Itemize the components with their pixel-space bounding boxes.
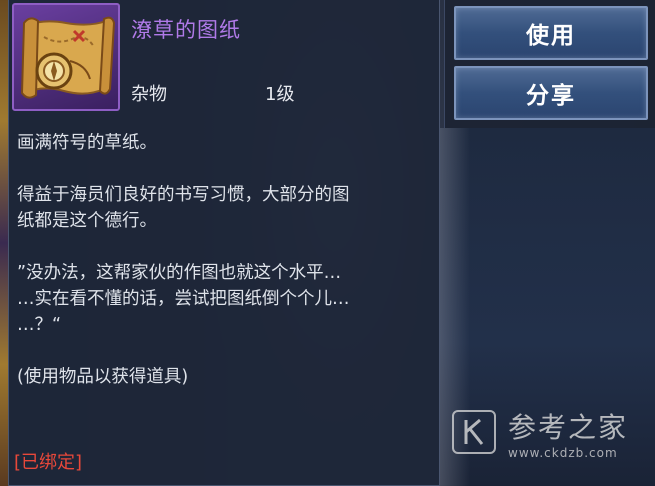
desc-usage-hint: (使用物品以获得道具) — [17, 367, 189, 387]
bound-status: [已绑定] — [14, 452, 83, 473]
watermark-title: 参考之家 — [508, 411, 629, 444]
desc-line: …实在看不懂的话，尝试把图纸倒个个儿… — [17, 289, 350, 309]
desc-line: ”没办法，这帮家伙的作图也就这个水平… — [17, 263, 342, 283]
item-description: 画满符号的草纸。 得益于海员们良好的书写习惯，大部分的图 纸都是这个德行。 ”没… — [17, 130, 437, 416]
treasure-map-scroll-icon — [12, 3, 120, 111]
desc-line: 画满符号的草纸。 — [17, 133, 157, 153]
desc-paragraph: 得益于海员们良好的书写习惯，大部分的图 纸都是这个德行。 — [17, 182, 437, 234]
item-name: 潦草的图纸 — [131, 18, 241, 42]
share-button[interactable]: 分享 — [454, 66, 648, 120]
desc-line: 得益于海员们良好的书写习惯，大部分的图 — [17, 185, 350, 205]
item-tooltip-panel: 潦草的图纸 杂物 1级 画满符号的草纸。 得益于海员们良好的书写习惯，大部分的图… — [8, 0, 440, 486]
item-level: 1级 — [265, 84, 295, 105]
item-type: 杂物 — [131, 84, 167, 105]
watermark-url: www.ckdzb.com — [508, 446, 618, 460]
desc-quote: ”没办法，这帮家伙的作图也就这个水平… …实在看不懂的话，尝试把图纸倒个个儿… … — [17, 260, 437, 338]
watermark: 参考之家 www.ckdzb.com — [452, 406, 652, 466]
action-buttons: 使用 分享 — [444, 0, 655, 128]
inventory-edge — [0, 0, 8, 486]
desc-line: 纸都是这个德行。 — [17, 211, 157, 231]
use-button[interactable]: 使用 — [454, 6, 648, 60]
k-logo-icon — [452, 410, 496, 454]
desc-line: …？“ — [17, 315, 62, 335]
